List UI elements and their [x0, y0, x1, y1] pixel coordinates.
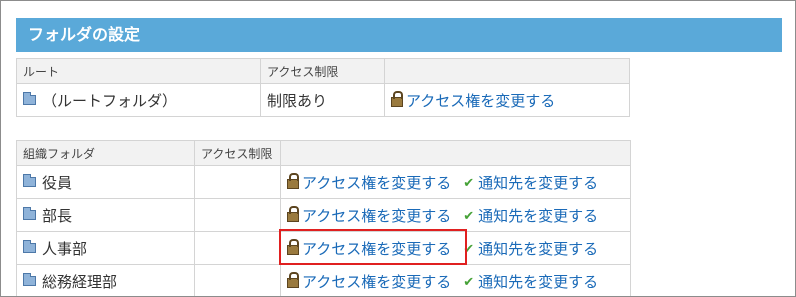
actions-cell: アクセス権を変更する ✔ 通知先を変更する [280, 264, 631, 296]
folder-name: 部長 [42, 206, 73, 225]
change-notify-link[interactable]: 通知先を変更する [478, 273, 598, 291]
table-row: 役員 アクセス権を変更する ✔ 通知先を変更する [16, 165, 631, 199]
root-folder-table: ルート アクセス制限 （ルートフォルダ） 制限あり アクセス権を変更する [16, 58, 630, 117]
change-notify-action[interactable]: ✔ 通知先を変更する [463, 205, 598, 226]
change-access-link[interactable]: アクセス権を変更する [406, 92, 555, 110]
restriction-cell [194, 165, 281, 199]
folder-name: 役員 [42, 173, 73, 192]
change-access-action[interactable]: アクセス権を変更する [391, 90, 555, 111]
checkmark-icon: ✔ [463, 274, 475, 290]
header-actions [384, 58, 630, 84]
table-header-row: 組織フォルダ アクセス制限 [16, 140, 631, 166]
folder-icon [23, 174, 36, 187]
folder-icon [23, 240, 36, 253]
header-org-folder: 組織フォルダ [16, 140, 195, 166]
change-access-link[interactable]: アクセス権を変更する [302, 207, 451, 225]
table-row: 部長 アクセス権を変更する ✔ 通知先を変更する [16, 198, 631, 232]
lock-icon [287, 239, 299, 255]
change-notify-action[interactable]: ✔ 通知先を変更する [463, 271, 598, 292]
checkmark-icon: ✔ [463, 208, 475, 224]
change-notify-link[interactable]: 通知先を変更する [478, 207, 598, 225]
change-access-link[interactable]: アクセス権を変更する [302, 273, 451, 291]
table-header-row: ルート アクセス制限 [16, 58, 630, 84]
change-access-action[interactable]: アクセス権を変更する [287, 238, 451, 259]
actions-cell: アクセス権を変更する ✔ 通知先を変更する [280, 231, 631, 265]
lock-icon [287, 206, 299, 222]
lock-icon [287, 173, 299, 189]
folder-name-cell: 人事部 [16, 231, 195, 265]
change-notify-link[interactable]: 通知先を変更する [478, 174, 598, 192]
org-folder-table: 組織フォルダ アクセス制限 役員 アクセス権を変更する ✔ 通知先を変更する 部長 … [16, 140, 631, 296]
folder-name-cell: 部長 [16, 198, 195, 232]
checkmark-icon: ✔ [463, 241, 475, 257]
actions-cell: アクセス権を変更する ✔ 通知先を変更する [280, 198, 631, 232]
actions-cell: アクセス権を変更する [384, 83, 630, 117]
checkmark-icon: ✔ [463, 175, 475, 191]
folder-icon [23, 92, 36, 105]
change-access-action[interactable]: アクセス権を変更する [287, 205, 451, 226]
table-row: 総務経理部 アクセス権を変更する ✔ 通知先を変更する [16, 264, 631, 296]
header-access-restriction: アクセス制限 [260, 58, 385, 84]
lock-icon [287, 272, 299, 288]
change-notify-link[interactable]: 通知先を変更する [478, 240, 598, 258]
lock-icon [391, 91, 403, 107]
change-access-link[interactable]: アクセス権を変更する [302, 240, 451, 258]
page-title: フォルダの設定 [16, 18, 782, 52]
settings-panel: フォルダの設定 ルート アクセス制限 （ルートフォルダ） 制限あり アクセス権を… [0, 0, 796, 297]
folder-icon [23, 207, 36, 220]
folder-name-cell: （ルートフォルダ） [16, 83, 261, 117]
folder-icon [23, 273, 36, 286]
table-row: 人事部 アクセス権を変更する ✔ 通知先を変更する [16, 231, 631, 265]
header-access-restriction: アクセス制限 [194, 140, 281, 166]
header-root: ルート [16, 58, 261, 84]
change-access-action[interactable]: アクセス権を変更する [287, 172, 451, 193]
header-actions [280, 140, 631, 166]
folder-name: 人事部 [42, 239, 88, 258]
folder-name: 総務経理部 [42, 272, 118, 291]
restriction-cell [194, 264, 281, 296]
change-access-action[interactable]: アクセス権を変更する [287, 271, 451, 292]
change-access-link[interactable]: アクセス権を変更する [302, 174, 451, 192]
table-row: （ルートフォルダ） 制限あり アクセス権を変更する [16, 83, 630, 117]
change-notify-action[interactable]: ✔ 通知先を変更する [463, 238, 598, 259]
change-notify-action[interactable]: ✔ 通知先を変更する [463, 172, 598, 193]
restriction-cell [194, 198, 281, 232]
restriction-cell: 制限あり [260, 83, 385, 117]
folder-name-cell: 総務経理部 [16, 264, 195, 296]
folder-name-cell: 役員 [16, 165, 195, 199]
folder-name: （ルートフォルダ） [42, 91, 178, 110]
restriction-cell [194, 231, 281, 265]
actions-cell: アクセス権を変更する ✔ 通知先を変更する [280, 165, 631, 199]
